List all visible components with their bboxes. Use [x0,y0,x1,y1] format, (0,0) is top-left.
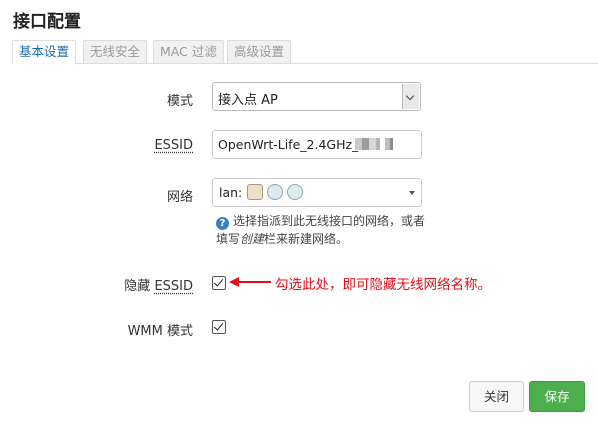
network-help: ? 选择指派到此无线接口的网络，或者填写创建栏来新建网络。 [216,214,426,246]
annotation-text: 勾选此处，即可隐藏无线网络名称。 [275,277,491,293]
help-icon: ? [216,217,229,230]
redaction-mask [362,138,369,150]
essid-label: ESSID [154,138,193,153]
redaction-mask [376,138,380,150]
save-button[interactable]: 保存 [529,381,585,412]
tab-advanced-settings[interactable]: 高级设置 [227,40,292,63]
hidden-essid-checkbox[interactable] [212,276,226,290]
tab-bar: 基本设置 无线安全 MAC 过滤 高级设置 [12,40,598,64]
hidden-essid-label: 隐藏 ESSID [124,279,193,294]
redaction-mask [390,138,393,150]
caret-down-icon [409,191,415,195]
tab-wireless-security[interactable]: 无线安全 [83,40,148,63]
tab-basic-settings[interactable]: 基本设置 [12,40,77,64]
wmm-label: WMM 模式 [127,324,193,339]
redaction-mask [369,138,376,150]
mode-select[interactable]: 接入点 AP [212,82,421,111]
wmm-checkbox[interactable] [212,320,226,334]
close-button[interactable]: 关闭 [469,381,524,412]
redaction-mask [355,138,362,150]
essid-value: OpenWrt-Life_2.4GHz_ [218,137,359,152]
mode-value: 接入点 AP [218,93,278,108]
essid-input[interactable]: OpenWrt-Life_2.4GHz_ [212,130,422,159]
network-value: lan: [219,185,243,200]
mode-label: 模式 [166,94,193,109]
ethernet-icon [247,184,263,200]
wifi-icon [287,184,303,200]
tab-mac-filter[interactable]: MAC 过滤 [153,40,224,63]
network-select[interactable]: lan: [212,178,422,207]
network-label: 网络 [166,190,193,205]
wifi-icon [267,184,283,200]
chevron-down-icon [402,84,419,109]
arrow-left-icon [229,277,271,287]
dialog-title: 接口配置 [13,12,81,32]
